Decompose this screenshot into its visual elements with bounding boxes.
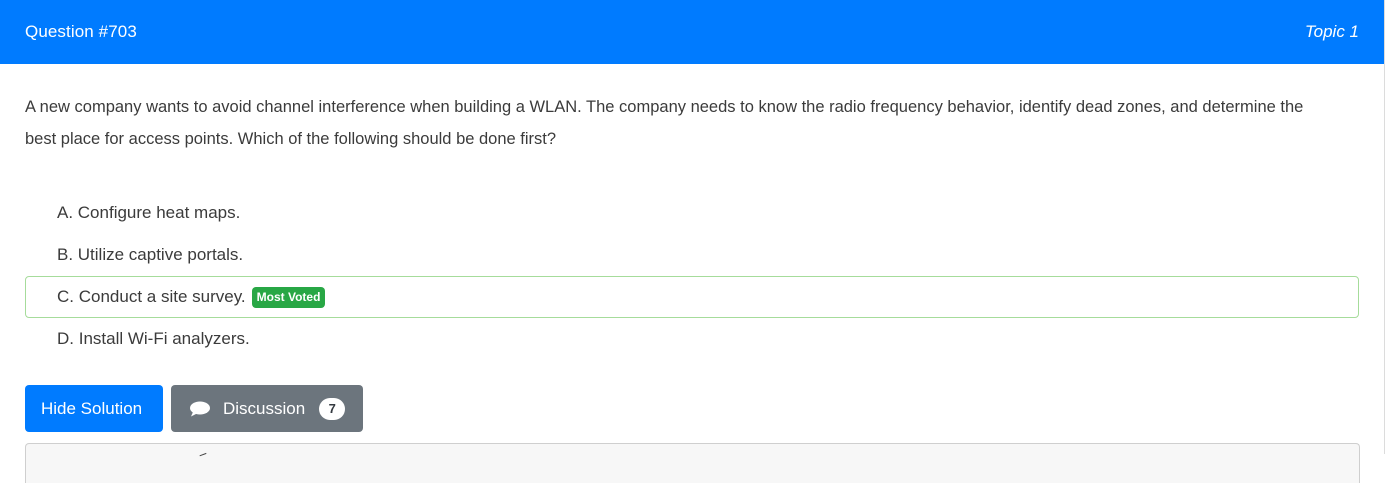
solution-panel [25,443,1360,483]
choice-a[interactable]: A. Configure heat maps. [25,192,1359,234]
question-header: Question #703 Topic 1 [0,0,1384,64]
choice-b[interactable]: B. Utilize captive portals. [25,234,1359,276]
question-text: A new company wants to avoid channel int… [25,98,1304,148]
choice-d[interactable]: D. Install Wi-Fi analyzers. [25,318,1359,360]
choice-label: B. Utilize captive portals. [57,245,244,264]
chat-bubble-icon [190,401,210,416]
question-card: Question #703 Topic 1 A new company want… [0,0,1385,483]
hide-solution-label: Hide Solution [41,398,143,418]
discussion-button[interactable]: Discussion 7 [171,385,363,432]
action-buttons: Hide Solution Discussion 7 [25,385,1359,432]
discussion-count-badge: 7 [319,397,346,420]
hide-solution-button[interactable]: Hide Solution [25,385,163,432]
choice-label: C. Conduct a site survey. [57,287,246,306]
question-number: Question #703 [25,22,137,41]
choice-c[interactable]: C. Conduct a site survey. Most Voted [25,276,1359,318]
question-topic: Topic 1 [1304,22,1359,41]
choices-list: A. Configure heat maps. B. Utilize capti… [25,192,1359,360]
question-body: A new company wants to avoid channel int… [0,64,1384,483]
most-voted-badge: Most Voted [251,286,326,308]
discussion-label: Discussion [223,398,306,418]
choice-label: A. Configure heat maps. [57,203,241,222]
choice-label: D. Install Wi-Fi analyzers. [57,329,250,348]
